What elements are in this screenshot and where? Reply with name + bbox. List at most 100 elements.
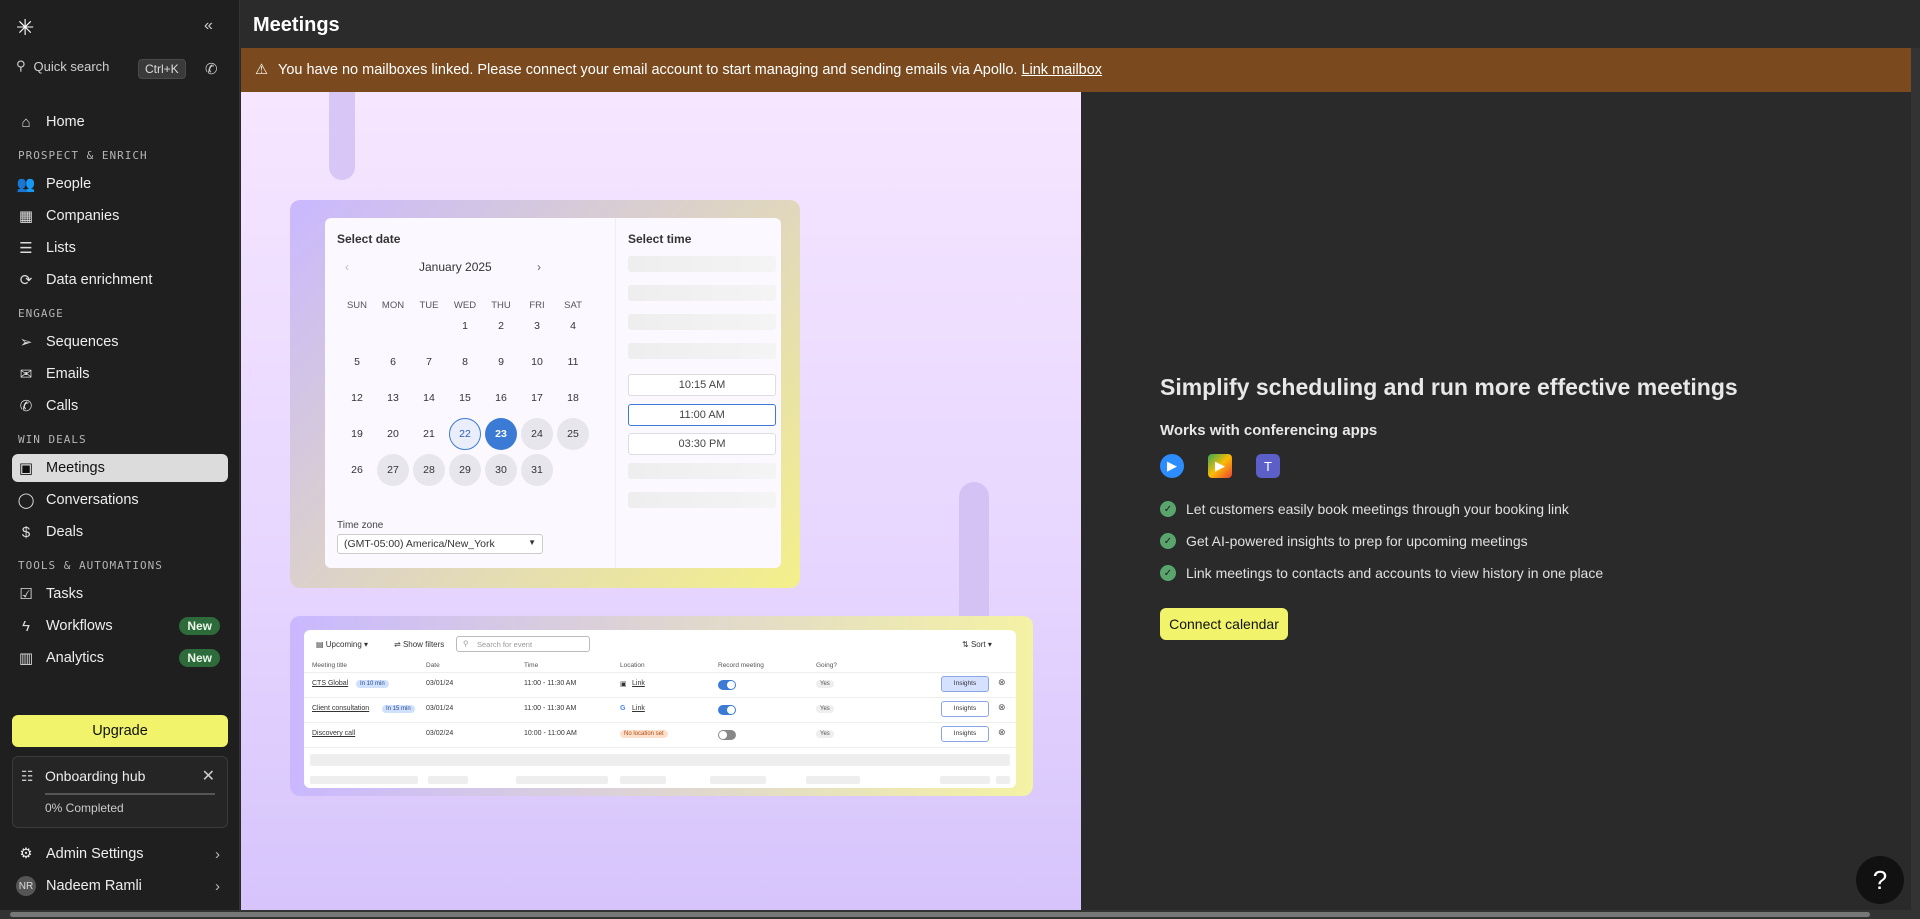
close-circle-icon: ⊗ bbox=[998, 702, 1006, 712]
dollar-icon: $ bbox=[21, 523, 31, 541]
sidebar-item-people[interactable]: 👥 People bbox=[12, 170, 228, 198]
calendar-day: 12 bbox=[351, 392, 363, 404]
sidebar-item-label: Tasks bbox=[46, 586, 84, 602]
zoom-icon: ▶ bbox=[1160, 454, 1184, 478]
sidebar-item-lists[interactable]: ☰ Lists bbox=[12, 234, 228, 262]
close-icon[interactable]: ✕ bbox=[202, 766, 215, 786]
upcoming-dropdown: ▤ Upcoming ▾ bbox=[316, 640, 369, 649]
checklist-icon: ☑ bbox=[19, 586, 33, 603]
calendar-day: 29 bbox=[449, 454, 481, 486]
promo-subtitle: Works with conferencing apps bbox=[1160, 422, 1378, 439]
decorative-drip bbox=[329, 92, 355, 180]
meeting-time: 11:00 - 11:30 AM bbox=[524, 680, 577, 687]
column-header: Going? bbox=[816, 662, 837, 669]
insights-button: Insights bbox=[941, 726, 989, 742]
sidebar-item-home[interactable]: ⌂ Home bbox=[12, 108, 228, 136]
apollo-logo-icon[interactable]: ✳ bbox=[16, 17, 36, 39]
insights-button: Insights bbox=[941, 676, 989, 692]
avatar: NR bbox=[16, 876, 36, 896]
time-slot-placeholder bbox=[628, 492, 776, 508]
calendar-card: Select date ‹ January 2025 › SUN MON TUE WE… bbox=[325, 218, 781, 568]
scrollbar-thumb[interactable] bbox=[10, 912, 1870, 917]
sidebar-item-label: People bbox=[46, 176, 92, 192]
feature-item: ✓ Get AI-powered insights to prep for up… bbox=[1160, 533, 1528, 549]
column-header: Location bbox=[620, 662, 645, 669]
upgrade-button[interactable]: Upgrade bbox=[12, 715, 228, 747]
phone-icon[interactable]: ✆ bbox=[205, 60, 218, 78]
horizontal-scrollbar[interactable] bbox=[0, 910, 1920, 919]
sidebar-item-tasks[interactable]: ☑ Tasks bbox=[12, 580, 228, 608]
meetings-illustration: Select date ‹ January 2025 › SUN MON TUE WE… bbox=[241, 92, 1081, 910]
admin-settings-button[interactable]: ⚙ Admin Settings › bbox=[12, 840, 228, 868]
meetings-table-card: ▤ Upcoming ▾ ⇌ Show filters ⚲ Search for… bbox=[304, 630, 1016, 788]
calendar-day: 31 bbox=[521, 454, 553, 486]
sidebar-item-data-enrichment[interactable]: ⟳ Data enrichment bbox=[12, 266, 228, 294]
user-menu-button[interactable]: NR Nadeem Ramli › bbox=[12, 872, 228, 900]
chevron-right-icon: › bbox=[215, 877, 220, 895]
meeting-date: 03/02/24 bbox=[426, 730, 454, 737]
meeting-date: 03/01/24 bbox=[426, 680, 454, 687]
calendar-day: 25 bbox=[557, 418, 589, 450]
quick-search-button[interactable]: ⚲ Quick search bbox=[16, 58, 109, 74]
sidebar-item-label: Conversations bbox=[46, 492, 139, 508]
meeting-title: Client consultation bbox=[312, 705, 370, 712]
google-meet-icon: G bbox=[620, 705, 626, 712]
chevron-left-icon: ‹ bbox=[345, 260, 349, 274]
sidebar-item-deals[interactable]: $ Deals bbox=[12, 518, 228, 546]
sidebar-item-conversations[interactable]: ◯ Conversations bbox=[12, 486, 228, 514]
calendar-day: 11 bbox=[567, 356, 579, 368]
sidebar-item-sequences[interactable]: ➢ Sequences bbox=[12, 328, 228, 356]
sidebar-item-label: Calls bbox=[46, 398, 79, 414]
new-badge: New bbox=[179, 617, 220, 635]
chevron-right-icon: › bbox=[537, 260, 541, 274]
calendar-day: 8 bbox=[462, 356, 468, 368]
microsoft-teams-icon: T bbox=[1256, 454, 1280, 478]
sidebar-item-emails[interactable]: ✉ Emails bbox=[12, 360, 228, 388]
feature-item: ✓ Link meetings to contacts and accounts… bbox=[1160, 565, 1603, 581]
refresh-icon: ⟳ bbox=[19, 272, 33, 289]
sidebar-item-calls[interactable]: ✆ Calls bbox=[12, 392, 228, 420]
building-icon: ▦ bbox=[18, 208, 34, 225]
sidebar-item-workflows[interactable]: ϟ Workflows New bbox=[12, 612, 228, 640]
meetings-promo-panel: Simplify scheduling and run more effecti… bbox=[1081, 92, 1911, 910]
skeleton-cell bbox=[310, 776, 418, 784]
link-mailbox-link[interactable]: Link mailbox bbox=[1021, 62, 1102, 78]
calendar-day: 19 bbox=[351, 428, 363, 440]
vertical-scrollbar[interactable] bbox=[1911, 48, 1920, 910]
connect-calendar-button[interactable]: Connect calendar bbox=[1160, 608, 1288, 640]
meetings-table-preview: ▤ Upcoming ▾ ⇌ Show filters ⚲ Search for… bbox=[290, 616, 1033, 796]
time-slot-placeholder bbox=[628, 285, 776, 301]
sidebar-item-label: Companies bbox=[46, 208, 120, 224]
help-button[interactable]: ? bbox=[1856, 856, 1904, 904]
sidebar-item-meetings[interactable]: ▣ Meetings bbox=[12, 454, 228, 482]
quick-search-label: Quick search bbox=[33, 58, 110, 74]
quick-search-shortcut: Ctrl+K bbox=[138, 59, 186, 79]
date-picker: Select date ‹ January 2025 › SUN MON TUE WE… bbox=[325, 218, 615, 568]
home-icon: ⌂ bbox=[21, 113, 31, 131]
select-date-heading: Select date bbox=[337, 232, 401, 246]
sidebar-item-companies[interactable]: ▦ Companies bbox=[12, 202, 228, 230]
time-slot-selected: 11:00 AM bbox=[628, 404, 776, 426]
admin-settings-label: Admin Settings bbox=[46, 846, 144, 862]
calendar-icon: ▣ bbox=[18, 460, 34, 477]
onboarding-progress-text: 0% Completed bbox=[45, 801, 124, 815]
user-name: Nadeem Ramli bbox=[46, 878, 142, 894]
calendar-day: 3 bbox=[534, 320, 540, 332]
insights-button: Insights bbox=[941, 701, 989, 717]
meeting-time: 10:00 - 11:00 AM bbox=[524, 730, 577, 737]
calendar-day: 2 bbox=[498, 320, 504, 332]
skeleton-cell bbox=[710, 776, 766, 784]
onboarding-hub-card[interactable]: ☷ Onboarding hub ✕ 0% Completed bbox=[12, 756, 228, 828]
skeleton-cell bbox=[428, 776, 468, 784]
check-circle-icon: ✓ bbox=[1160, 501, 1176, 517]
calendar-day-selected: 23 bbox=[485, 418, 517, 450]
row-divider bbox=[304, 747, 1016, 748]
sidebar-item-analytics[interactable]: ▥ Analytics New bbox=[12, 644, 228, 672]
calendar-day: 16 bbox=[495, 392, 507, 404]
column-header: Record meeting bbox=[718, 662, 764, 669]
time-slot-placeholder bbox=[628, 256, 776, 272]
check-circle-icon: ✓ bbox=[1160, 565, 1176, 581]
send-icon: ➢ bbox=[19, 334, 33, 351]
collapse-sidebar-icon[interactable]: « bbox=[204, 17, 213, 35]
time-slot-placeholder bbox=[628, 343, 776, 359]
